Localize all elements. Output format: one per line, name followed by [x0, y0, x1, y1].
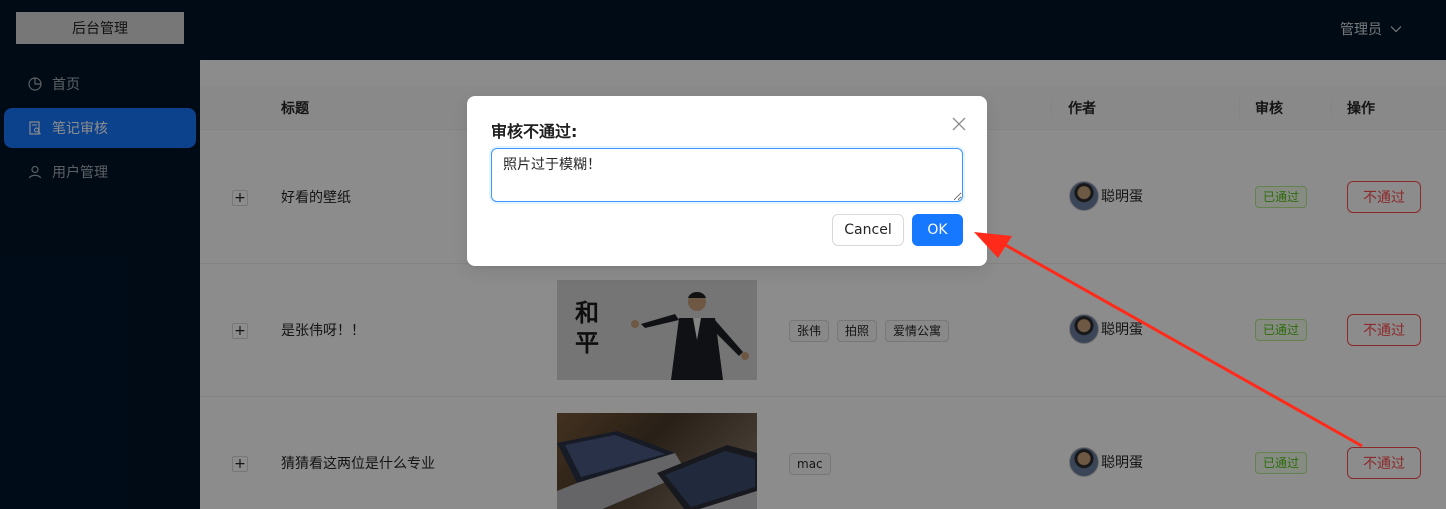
- close-icon: [952, 117, 966, 131]
- reason-textarea[interactable]: [491, 148, 963, 202]
- modal-title: 审核不通过:: [491, 122, 578, 141]
- close-button[interactable]: [949, 114, 969, 134]
- ok-button[interactable]: OK: [912, 214, 963, 246]
- reject-reason-modal: 审核不通过: Cancel OK: [467, 96, 987, 266]
- cancel-button[interactable]: Cancel: [832, 214, 904, 246]
